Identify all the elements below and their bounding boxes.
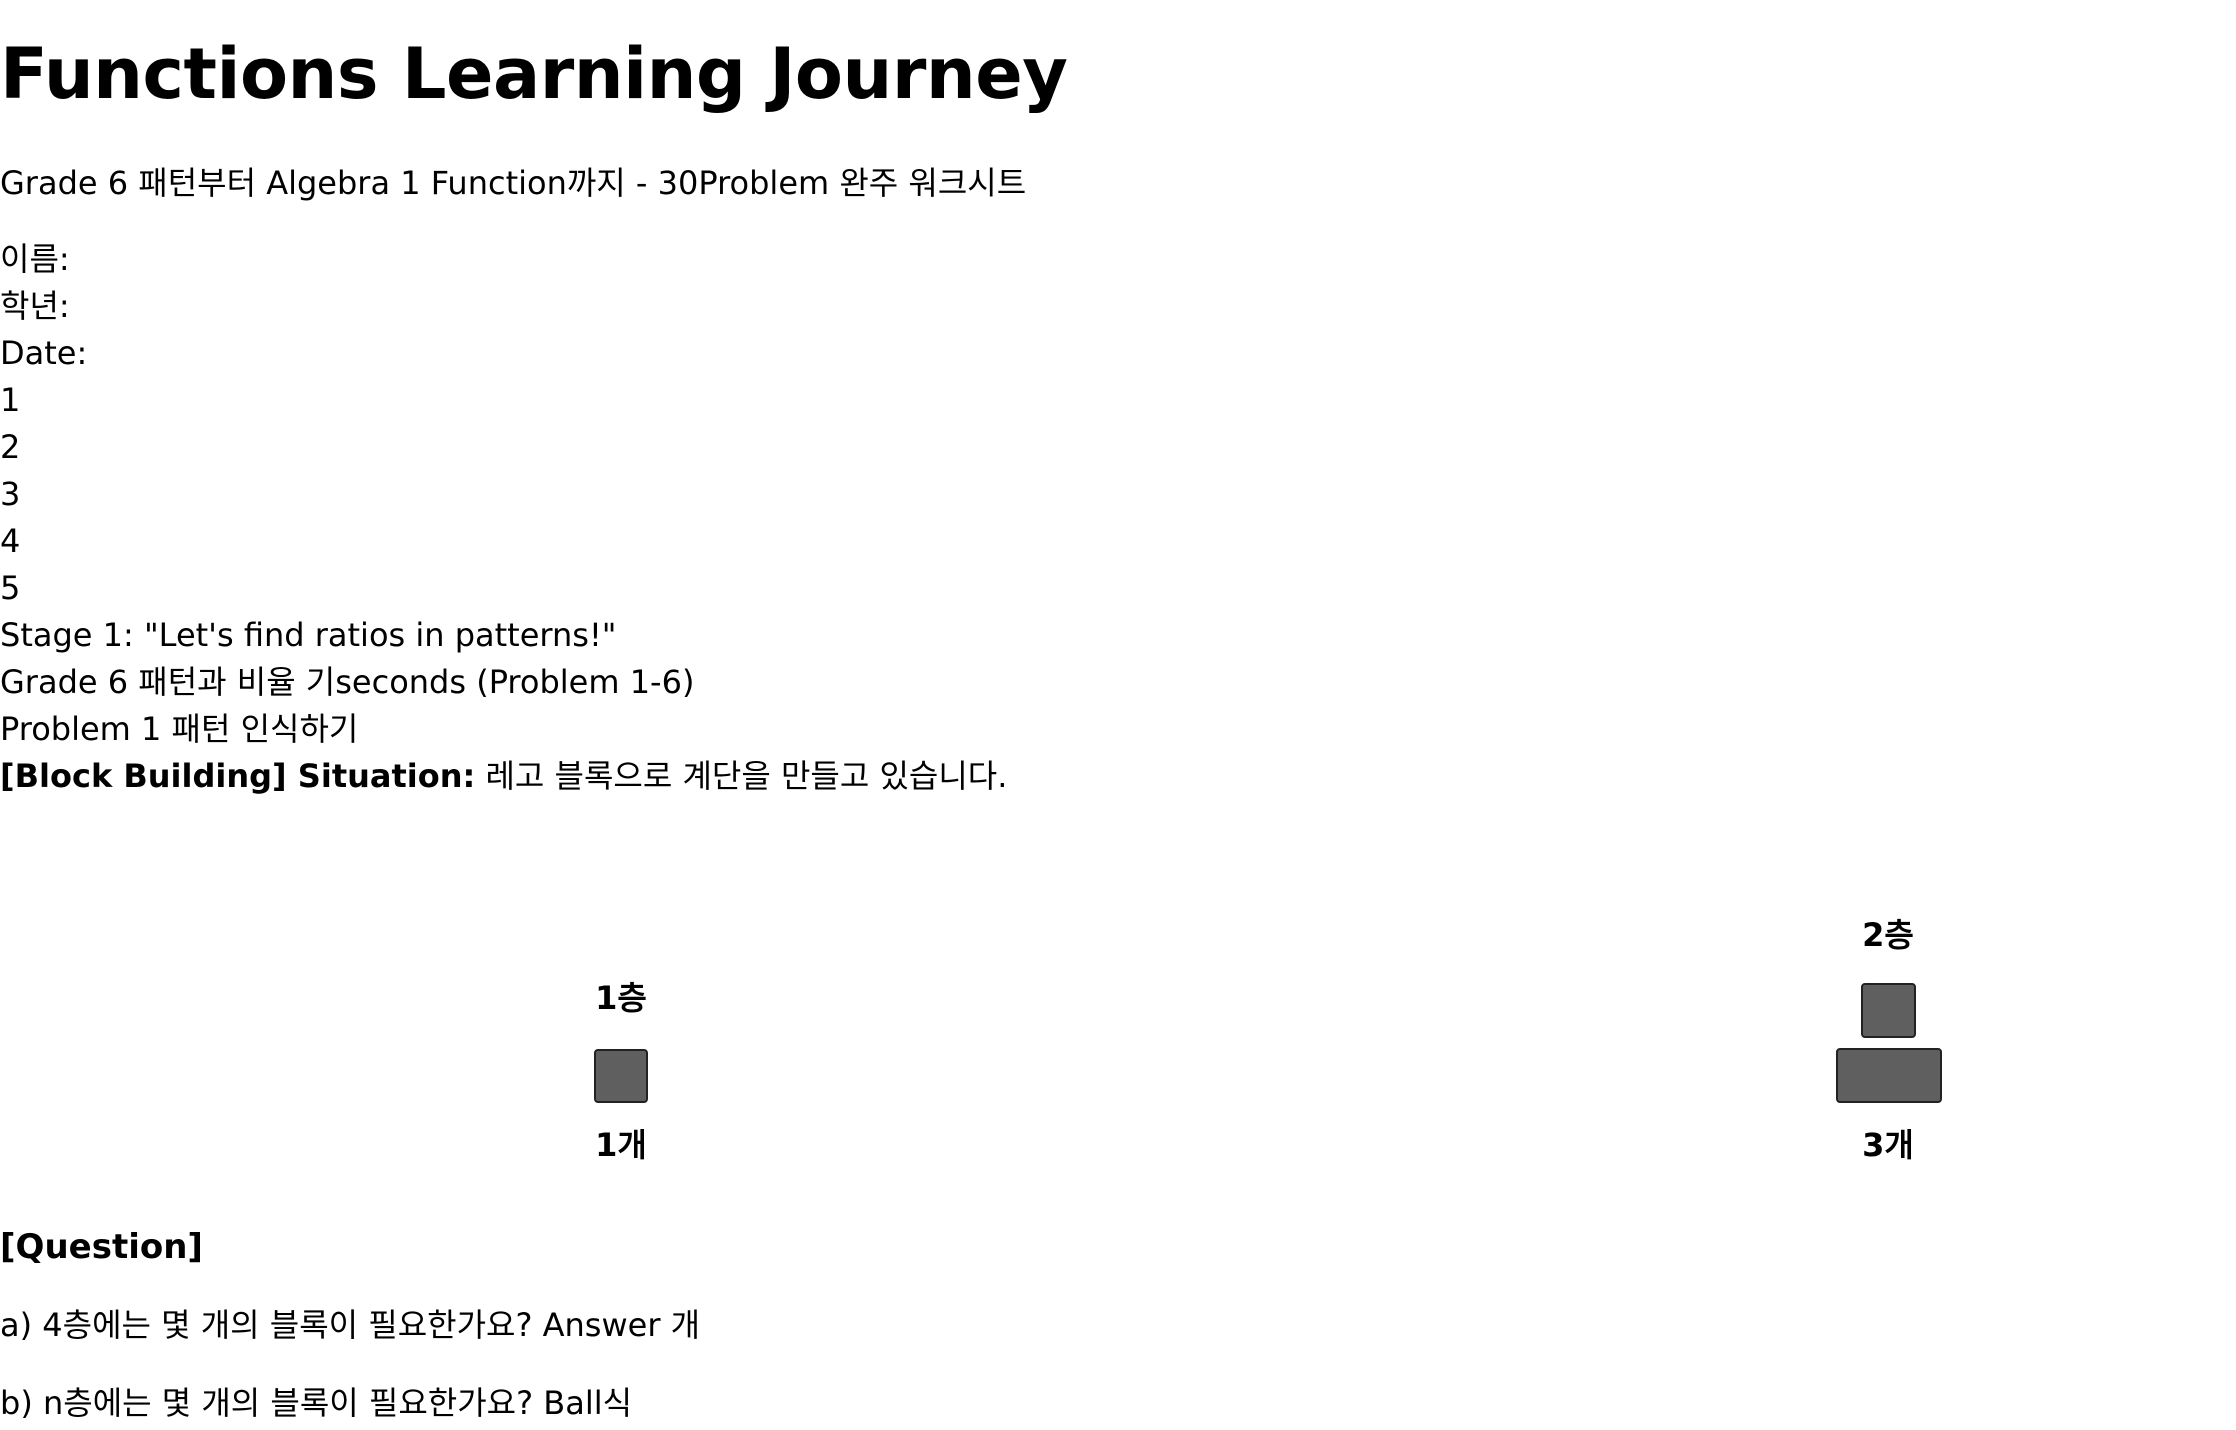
level-1-count: 1개 [595,1126,647,1164]
stage-title: Stage 1: "Let's find ratios in patterns!… [0,616,617,654]
date-field-label: Date: [0,334,88,372]
question-heading: [Question] [0,1227,203,1267]
worksheet-lines: 이름: 학년: Date: 1 2 3 4 5 Stage 1: "Let's … [0,236,1007,800]
step-item: 1 [0,381,21,419]
step-item: 5 [0,569,21,607]
question-a: a) 4층에는 몇 개의 블록이 필요한가요? Answer 개 [0,1306,701,1344]
question-b: b) n층에는 몇 개의 블록이 필요한가요? Ball식 [0,1384,633,1422]
page-title: Functions Learning Journey [0,33,1068,115]
block [594,1049,648,1103]
problem-title: Problem 1 패턴 인식하기 [0,710,359,748]
level-1-label: 1층 [595,979,647,1017]
block-staircase-figure: 1층 1개 2층 3개 [0,900,2236,1200]
situation-text: 레고 블록으로 계단을 만들고 있습니다. [475,757,1008,795]
step-item: 3 [0,475,21,513]
situation-line: [Block Building] Situation: 레고 블록으로 계단을 … [0,753,1007,800]
step-item: 2 [0,428,21,466]
step-item: 4 [0,522,21,560]
level-2-label: 2층 [1862,916,1914,954]
grade-field-label: 학년: [0,287,70,325]
name-field-label: 이름: [0,240,70,278]
block-row [1836,1048,1942,1103]
block [1861,983,1916,1038]
worksheet-page: Functions Learning Journey Grade 6 패턴부터 … [0,0,2236,1430]
stage-subtitle: Grade 6 패턴과 비율 기seconds (Problem 1-6) [0,663,695,701]
level-2-count: 3개 [1862,1126,1914,1164]
situation-label: [Block Building] Situation: [0,757,476,795]
page-subtitle: Grade 6 패턴부터 Algebra 1 Function까지 - 30Pr… [0,164,1027,202]
